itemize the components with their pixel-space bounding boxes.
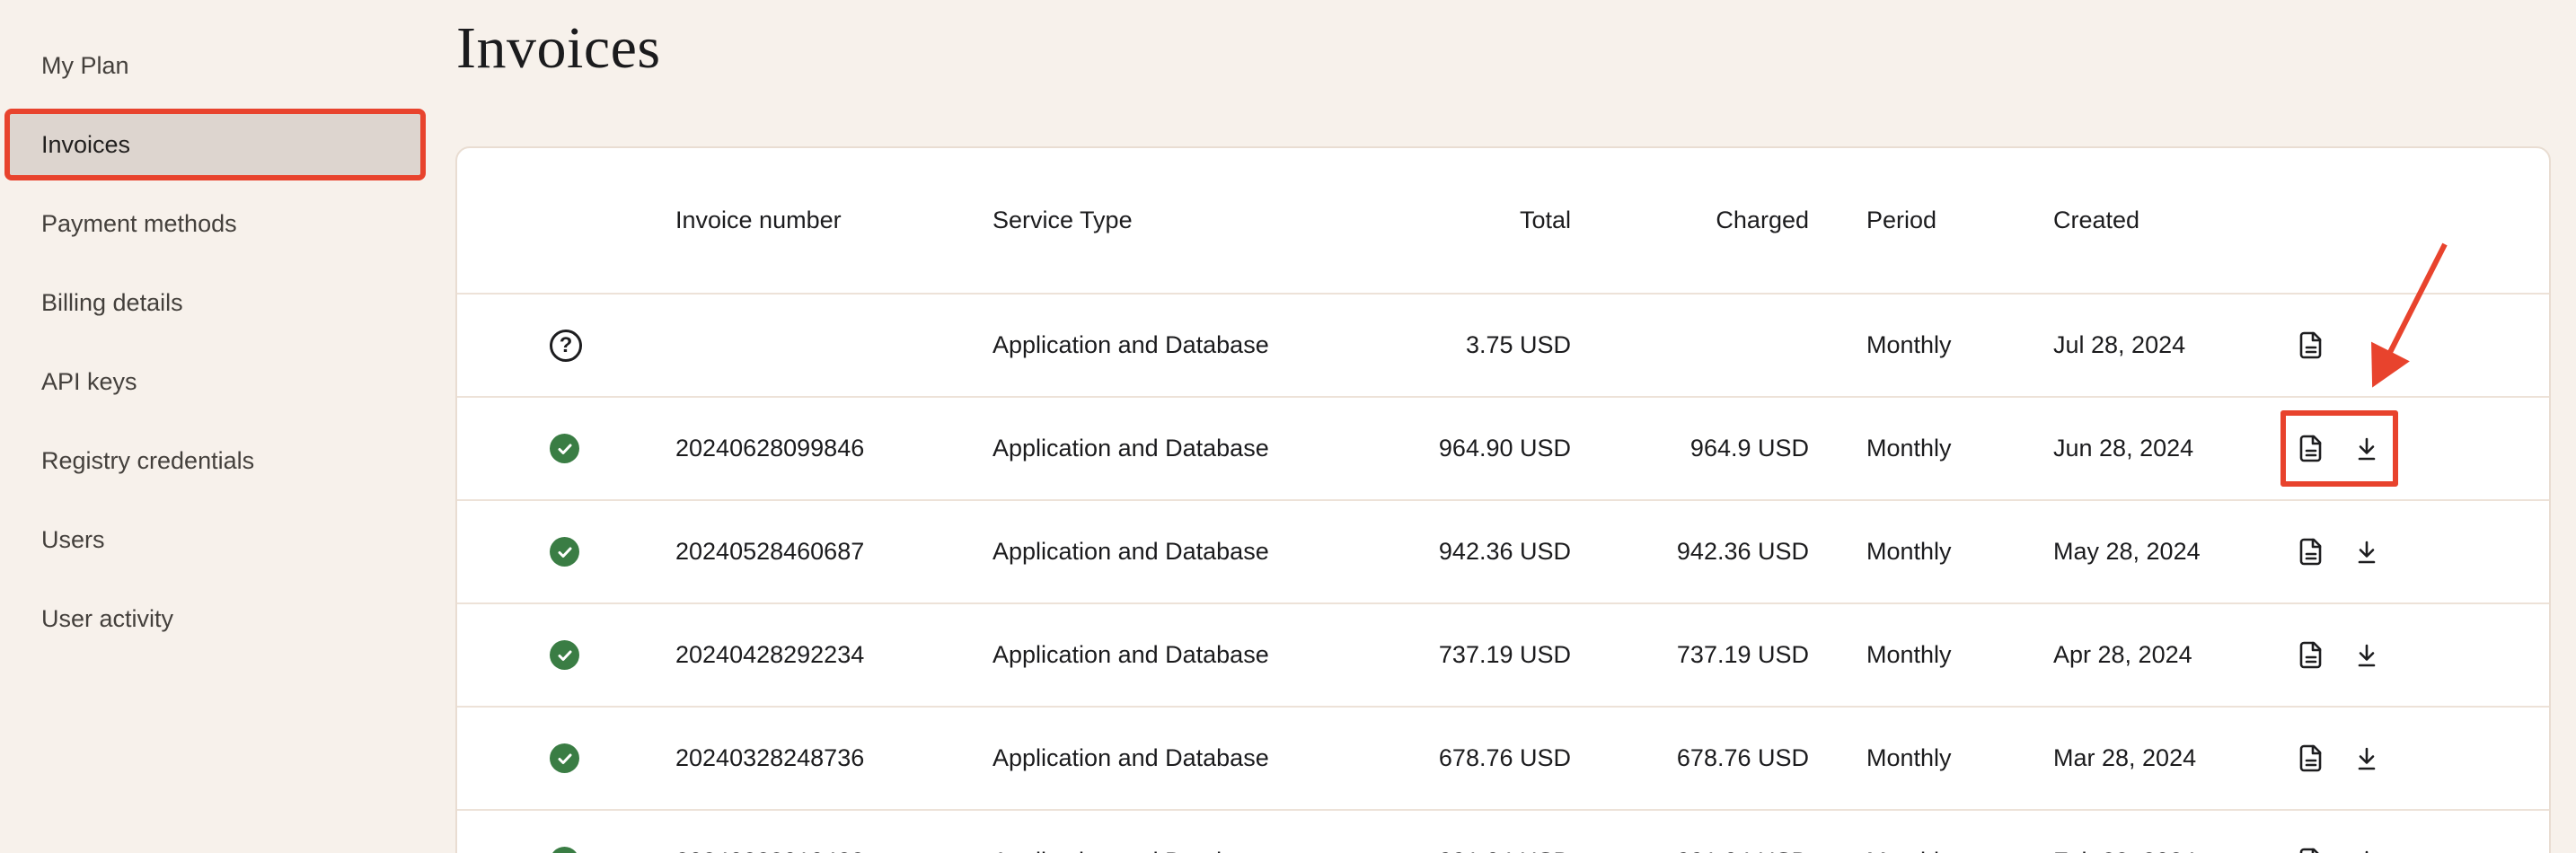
status-paid-icon bbox=[550, 847, 579, 853]
sidebar-item-my-plan[interactable]: My Plan bbox=[4, 30, 426, 101]
cell-total: 991.04 USD bbox=[1301, 848, 1571, 853]
cell-period: Monthly bbox=[1809, 331, 2002, 359]
invoice-document-icon[interactable] bbox=[2295, 536, 2327, 568]
table-row: 20240228010422 Application and Database … bbox=[457, 809, 2549, 853]
sidebar-item-invoices[interactable]: Invoices bbox=[4, 109, 426, 180]
download-invoice-icon[interactable] bbox=[2351, 846, 2383, 853]
status-paid-icon bbox=[550, 640, 579, 670]
table-row: 20240328248736 Application and Database … bbox=[457, 706, 2549, 809]
sidebar-item-user-activity[interactable]: User activity bbox=[4, 583, 426, 655]
cell-period: Monthly bbox=[1809, 538, 2002, 566]
cell-created: May 28, 2024 bbox=[2002, 538, 2245, 566]
cell-charged: 964.9 USD bbox=[1571, 435, 1809, 462]
cell-total: 678.76 USD bbox=[1301, 744, 1571, 772]
page-title: Invoices bbox=[456, 14, 661, 83]
cell-total: 737.19 USD bbox=[1301, 641, 1571, 669]
cell-charged: 991.04 USD bbox=[1571, 848, 1809, 853]
download-invoice-icon[interactable] bbox=[2351, 743, 2383, 775]
table-row: ? Application and Database 3.75 USD Mont… bbox=[457, 293, 2549, 396]
cell-service-type: Application and Database bbox=[992, 331, 1301, 359]
sidebar-item-registry-credentials[interactable]: Registry credentials bbox=[4, 425, 426, 497]
download-invoice-icon[interactable] bbox=[2351, 433, 2383, 465]
header-created: Created bbox=[2002, 207, 2245, 234]
cell-charged: 942.36 USD bbox=[1571, 538, 1809, 566]
sidebar-item-payment-methods[interactable]: Payment methods bbox=[4, 188, 426, 259]
cell-period: Monthly bbox=[1809, 848, 2002, 853]
invoice-document-icon[interactable] bbox=[2295, 639, 2327, 672]
table-row: 20240528460687 Application and Database … bbox=[457, 499, 2549, 602]
cell-service-type: Application and Database bbox=[992, 435, 1301, 462]
download-invoice-icon[interactable] bbox=[2351, 536, 2383, 568]
cell-period: Monthly bbox=[1809, 435, 2002, 462]
status-paid-icon bbox=[550, 434, 579, 463]
invoices-card: Invoice number Service Type Total Charge… bbox=[455, 146, 2551, 853]
cell-charged: 737.19 USD bbox=[1571, 641, 1809, 669]
cell-total: 942.36 USD bbox=[1301, 538, 1571, 566]
sidebar-item-api-keys[interactable]: API keys bbox=[4, 346, 426, 418]
cell-created: Jul 28, 2024 bbox=[2002, 331, 2245, 359]
billing-sidebar: My Plan Invoices Payment methods Billing… bbox=[0, 30, 454, 662]
cell-charged: 678.76 USD bbox=[1571, 744, 1809, 772]
status-paid-icon bbox=[550, 743, 579, 773]
download-invoice-icon[interactable] bbox=[2351, 639, 2383, 672]
header-charged: Charged bbox=[1571, 207, 1809, 234]
cell-created: Mar 28, 2024 bbox=[2002, 744, 2245, 772]
cell-period: Monthly bbox=[1809, 641, 2002, 669]
header-period: Period bbox=[1809, 207, 2002, 234]
status-unknown-icon[interactable]: ? bbox=[550, 330, 582, 362]
invoice-document-icon[interactable] bbox=[2295, 330, 2327, 362]
header-service-type: Service Type bbox=[992, 207, 1301, 234]
invoice-document-icon[interactable] bbox=[2295, 846, 2327, 853]
cell-invoice-number: 20240328248736 bbox=[675, 744, 992, 772]
cell-total: 3.75 USD bbox=[1301, 331, 1571, 359]
table-row: 20240428292234 Application and Database … bbox=[457, 602, 2549, 706]
cell-created: Feb 28, 2024 bbox=[2002, 848, 2245, 853]
cell-invoice-number: 20240528460687 bbox=[675, 538, 992, 566]
header-total: Total bbox=[1301, 207, 1571, 234]
cell-service-type: Application and Database bbox=[992, 641, 1301, 669]
cell-service-type: Application and Database bbox=[992, 848, 1301, 853]
sidebar-item-users[interactable]: Users bbox=[4, 504, 426, 576]
invoice-document-icon[interactable] bbox=[2295, 743, 2327, 775]
invoice-document-icon[interactable] bbox=[2295, 433, 2327, 465]
cell-service-type: Application and Database bbox=[992, 744, 1301, 772]
cell-invoice-number: 20240228010422 bbox=[675, 848, 992, 853]
cell-invoice-number: 20240628099846 bbox=[675, 435, 992, 462]
table-row: 20240628099846 Application and Database … bbox=[457, 396, 2549, 499]
status-paid-icon bbox=[550, 537, 579, 567]
cell-created: Jun 28, 2024 bbox=[2002, 435, 2245, 462]
sidebar-item-billing-details[interactable]: Billing details bbox=[4, 267, 426, 339]
table-header-row: Invoice number Service Type Total Charge… bbox=[457, 148, 2549, 293]
cell-service-type: Application and Database bbox=[992, 538, 1301, 566]
cell-period: Monthly bbox=[1809, 744, 2002, 772]
header-invoice-number: Invoice number bbox=[675, 207, 992, 234]
cell-invoice-number: 20240428292234 bbox=[675, 641, 992, 669]
cell-total: 964.90 USD bbox=[1301, 435, 1571, 462]
cell-created: Apr 28, 2024 bbox=[2002, 641, 2245, 669]
